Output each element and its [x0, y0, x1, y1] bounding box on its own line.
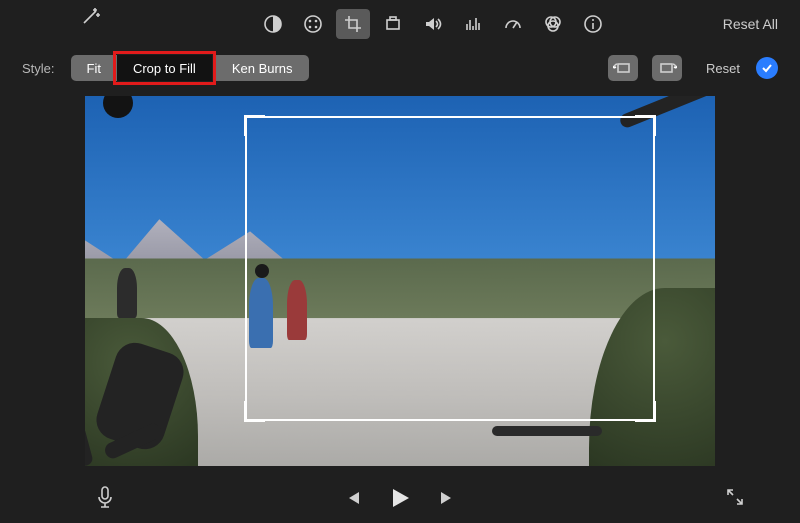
magic-wand-icon[interactable]: [80, 5, 102, 27]
video-preview: [45, 96, 755, 466]
equalizer-icon[interactable]: [456, 9, 490, 39]
apply-button[interactable]: [756, 57, 778, 79]
info-icon[interactable]: [576, 9, 610, 39]
style-option-ken-burns[interactable]: Ken Burns: [216, 55, 309, 81]
style-option-fit[interactable]: Fit: [71, 55, 117, 81]
video-frame[interactable]: [85, 96, 715, 466]
playback-controls: [0, 473, 800, 523]
previous-frame-button[interactable]: [343, 489, 361, 507]
style-option-crop-to-fill[interactable]: Crop to Fill: [117, 55, 212, 81]
volume-icon[interactable]: [416, 9, 450, 39]
next-frame-button[interactable]: [439, 489, 457, 507]
color-palette-icon[interactable]: [296, 9, 330, 39]
reset-all-button[interactable]: Reset All: [723, 16, 778, 32]
reset-crop-button[interactable]: Reset: [706, 61, 740, 76]
color-balance-icon[interactable]: [256, 9, 290, 39]
rotate-cw-button[interactable]: [652, 55, 682, 81]
stabilize-icon[interactable]: [376, 9, 410, 39]
color-filter-icon[interactable]: [536, 9, 570, 39]
rotate-ccw-button[interactable]: [608, 55, 638, 81]
style-label: Style:: [22, 61, 55, 76]
play-button[interactable]: [387, 485, 413, 511]
fullscreen-icon[interactable]: [725, 487, 745, 507]
speed-icon[interactable]: [496, 9, 530, 39]
top-toolbar: Reset All: [0, 0, 800, 48]
crop-icon[interactable]: [336, 9, 370, 39]
style-segmented-control: Fit Crop to Fill Ken Burns: [71, 55, 309, 81]
tutorial-highlight: Crop to Fill: [113, 51, 216, 85]
crop-style-row: Style: Fit Crop to Fill Ken Burns Reset: [0, 48, 800, 88]
